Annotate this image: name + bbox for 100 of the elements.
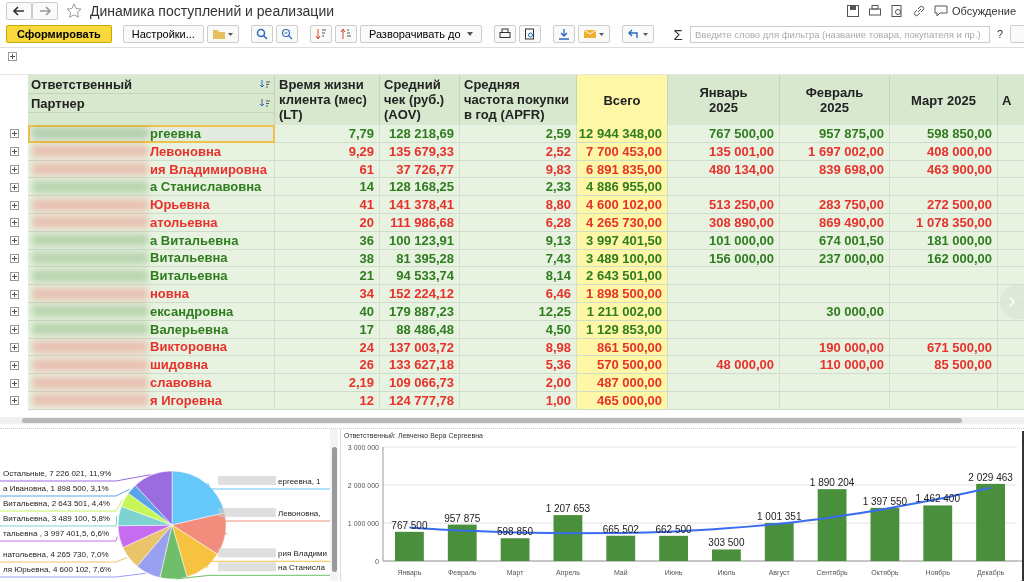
expand-icon[interactable] <box>9 165 19 174</box>
partner-name: ргеевна <box>150 125 201 142</box>
table-cell: 141 378,41 <box>380 196 460 214</box>
blurred-text <box>218 562 276 572</box>
table-cell: 128 168,25 <box>380 178 460 197</box>
arrow-left-icon <box>13 6 25 16</box>
table-cell: 272 500,00 <box>890 196 998 214</box>
table-cell: 152 224,12 <box>380 285 460 303</box>
printer-icon <box>498 28 511 40</box>
download-button[interactable] <box>552 25 575 43</box>
column-header[interactable]: Январь 2025 <box>668 75 780 125</box>
column-header[interactable]: Ответственный Партнер <box>28 75 275 125</box>
column-header[interactable]: Февраль 2025 <box>780 75 890 125</box>
expand-icon[interactable] <box>9 182 19 192</box>
bar <box>553 515 583 561</box>
table-cell: 133 627,18 <box>380 356 460 375</box>
column-header[interactable]: Средняя частота покупки в год (APFR) <box>460 75 577 125</box>
slice-label: натольевна, 4 265 730, 7,0% <box>3 550 109 559</box>
table-cell: 26 <box>275 356 380 375</box>
column-header[interactable]: Средний чек (руб.) (AOV) <box>380 75 460 125</box>
value-label: 1 890 204 <box>809 477 855 489</box>
vertical-scrollbar[interactable] <box>330 429 338 581</box>
expand-icon[interactable] <box>9 378 19 388</box>
save-icon[interactable] <box>845 4 860 18</box>
column-header[interactable]: А <box>998 75 1024 125</box>
back-button[interactable] <box>6 2 32 20</box>
speech-bubble-icon <box>933 5 948 17</box>
table-cell[interactable]: Юрьевна <box>28 196 275 214</box>
expand-icon[interactable] <box>9 147 19 157</box>
sum-icon[interactable]: Σ <box>673 25 683 43</box>
slice-label: Левоновна, <box>278 509 321 518</box>
table-cell: 2,19 <box>275 374 380 392</box>
leader-line <box>115 499 123 512</box>
table-cell <box>998 356 1024 375</box>
print-button[interactable] <box>493 25 516 43</box>
table-cell[interactable]: ргеевна <box>28 125 275 143</box>
help-button[interactable]: ? <box>996 28 1003 40</box>
print-icon[interactable] <box>867 4 882 18</box>
horizontal-scrollbar[interactable] <box>0 417 1024 424</box>
preview-icon[interactable] <box>889 4 904 18</box>
expand-icon[interactable] <box>9 236 19 246</box>
partner-name: Викторовна <box>150 338 227 356</box>
expand-dropdown[interactable]: Разворачивать до <box>359 25 482 43</box>
table-cell: 2,00 <box>460 374 577 392</box>
table-cell[interactable]: шидовна <box>28 356 275 375</box>
value-label: 2 029 463 <box>968 471 1013 483</box>
table-cell[interactable]: славовна <box>28 374 275 392</box>
expand-icon[interactable] <box>9 360 19 370</box>
table-cell: 570 500,00 <box>577 356 668 375</box>
settings-button[interactable]: Настройки... <box>122 25 204 43</box>
expand-icon[interactable] <box>9 342 19 352</box>
discussion-button[interactable]: Обсуждение <box>933 5 1016 17</box>
bar <box>447 524 477 561</box>
value-label: 1 397 550 <box>862 495 908 507</box>
table-cell[interactable]: Витальевна <box>28 267 275 286</box>
search-clear-button[interactable] <box>275 25 298 43</box>
table-cell: 2 643 501,00 <box>577 267 668 286</box>
preview-button[interactable] <box>518 25 541 43</box>
generate-button[interactable]: Сформировать <box>6 25 112 43</box>
expand-all-icon[interactable] <box>8 52 17 61</box>
expand-icon[interactable] <box>9 200 19 210</box>
search-icon <box>255 28 268 40</box>
expand-icon[interactable] <box>9 253 19 263</box>
table-cell <box>998 178 1024 197</box>
caret-icon <box>466 32 473 36</box>
expand-icon[interactable] <box>9 271 19 281</box>
blurred-text <box>218 548 276 558</box>
expand-icon[interactable] <box>9 396 19 406</box>
filter-field[interactable]: Введите слово для фильтра (название товара, покупателя и пр.) <box>689 25 990 43</box>
column-header[interactable]: Время жизни клиента (мес) (LT) <box>275 75 380 125</box>
leader-line <box>115 474 151 482</box>
sort-icon[interactable] <box>260 99 270 107</box>
table-cell: 957 875,00 <box>780 125 890 143</box>
partner-name: Витальевна <box>150 267 228 285</box>
table-cell: 513 250,00 <box>668 196 780 214</box>
table-cell: 14 <box>275 178 380 197</box>
expand-icon[interactable] <box>9 307 19 317</box>
table-cell <box>998 267 1024 286</box>
column-header[interactable]: Март 2025 <box>890 75 998 125</box>
table-cell: 34 <box>275 285 380 303</box>
partner-name: Валерьевна <box>150 320 229 338</box>
link-icon[interactable] <box>911 4 926 18</box>
table-cell[interactable]: а Станиславовна <box>28 178 275 197</box>
partner-name: атольевна <box>150 213 218 231</box>
column-header[interactable]: Всего <box>577 75 668 125</box>
expand-icon[interactable] <box>9 325 19 335</box>
undo-dropdown[interactable] <box>621 25 654 43</box>
table-cell[interactable]: новна <box>28 285 275 303</box>
expand-icon[interactable] <box>9 289 19 299</box>
value-label: 665 502 <box>602 523 639 535</box>
table-cell: 8,80 <box>460 196 577 214</box>
expand-icon[interactable] <box>9 218 19 228</box>
sort-icon[interactable] <box>260 80 270 88</box>
partner-name: Левоновна <box>150 142 221 160</box>
expand-icon[interactable] <box>9 129 19 139</box>
preview-icon <box>523 28 536 40</box>
partner-name: ия Владимировна <box>150 160 267 178</box>
table-cell: 2,33 <box>460 178 577 197</box>
star-icon[interactable] <box>66 3 82 19</box>
search-button[interactable] <box>250 25 273 43</box>
